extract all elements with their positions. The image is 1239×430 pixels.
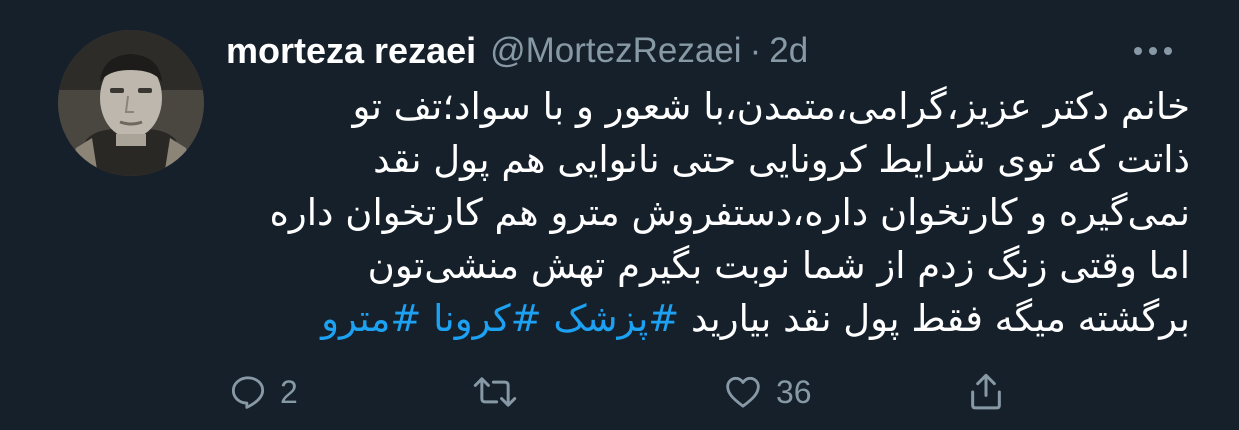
timestamp[interactable]: 2d (769, 31, 808, 71)
heart-icon (726, 376, 760, 408)
share-button[interactable] (966, 362, 1006, 422)
retweet-button[interactable] (472, 362, 518, 422)
share-icon (971, 373, 1001, 410)
separator-dot: · (749, 31, 762, 70)
tweet-text-segment: برگشته میگه فقط پول نقد بیارید (691, 297, 1190, 340)
like-button[interactable]: 36 (722, 362, 812, 422)
tweet-text-line: ذاتت که توی شرایط کرونایی حتی نانوایی هم… (373, 138, 1190, 181)
display-name[interactable]: morteza rezaei (226, 30, 476, 72)
avatar-image (58, 30, 204, 176)
hashtag-link[interactable]: #کرونا (433, 297, 541, 340)
tweet-text-line: نمی‌گیره و کارتخوان داره،دستفروش مترو هم… (269, 191, 1190, 234)
hashtag-link[interactable]: #پزشک (553, 297, 679, 340)
reply-button[interactable]: 2 (228, 362, 298, 422)
tweet-text-line: اما وقتی زنگ زدم از شما نوبت بگیرم تهش م… (367, 244, 1190, 287)
tweet-text-last-line: برگشته میگه فقط پول نقد بیارید #پزشک #کر… (228, 292, 1190, 345)
reply-count: 2 (280, 373, 298, 410)
hashtag-link[interactable]: #مترو (321, 297, 421, 340)
like-count: 36 (776, 373, 812, 410)
tweet-header: morteza rezaei @MortezRezaei · 2d (226, 26, 808, 76)
tweet-actions: 2 36 (0, 362, 1239, 422)
tweet[interactable]: morteza rezaei @MortezRezaei · 2d خانم د… (0, 0, 1239, 430)
tweet-text: خانم دکتر عزیز،گرامی،متمدن،با شعور و با … (228, 80, 1190, 345)
tweet-text-line: خانم دکتر عزیز،گرامی،متمدن،با شعور و با … (352, 85, 1190, 128)
more-icon (1134, 47, 1172, 55)
retweet-icon (473, 377, 517, 407)
more-options-button[interactable] (1128, 36, 1178, 66)
avatar[interactable] (58, 30, 204, 176)
user-handle[interactable]: @MortezRezaei (490, 31, 741, 71)
reply-icon (231, 376, 265, 409)
